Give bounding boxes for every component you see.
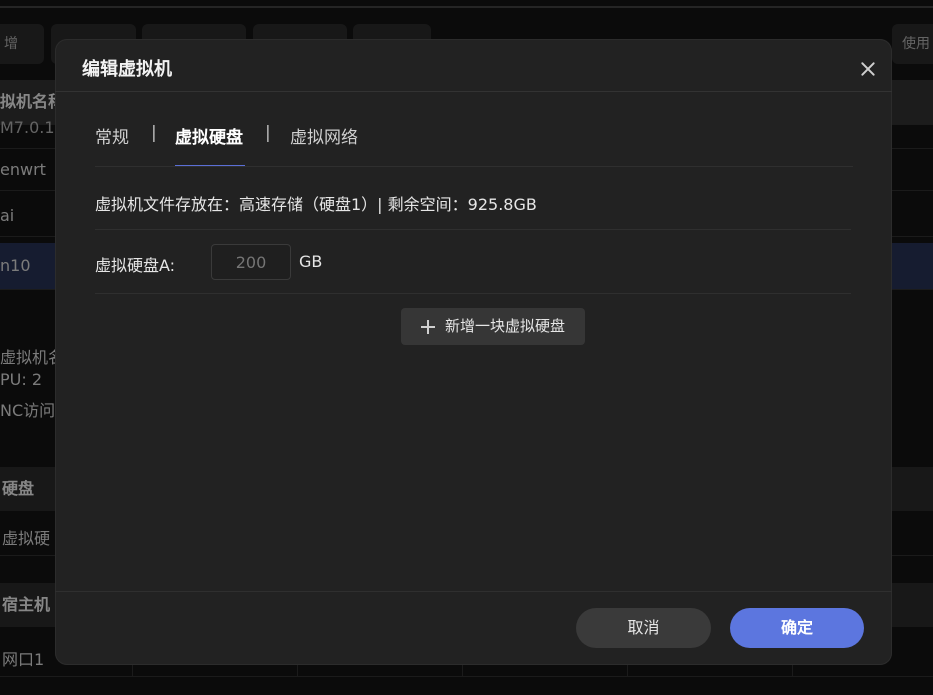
footer-divider	[55, 591, 892, 592]
title-divider	[55, 91, 892, 92]
tab-separator: |	[265, 123, 271, 143]
section-divider	[95, 229, 851, 230]
section-divider	[95, 293, 851, 294]
disk-unit: GB	[299, 252, 323, 271]
disk-row: 虚拟硬盘A: GB	[95, 244, 851, 280]
storage-info: 虚拟机文件存放在：高速存储（硬盘1）| 剩余空间：925.8GB	[95, 195, 537, 214]
add-disk-label: 新增一块虚拟硬盘	[444, 317, 565, 335]
tab-separator: |	[151, 123, 157, 143]
disk-label: 虚拟硬盘A:	[95, 256, 176, 275]
edit-vm-dialog: 编辑虚拟机 常规 | 虚拟硬盘 | 虚拟网络 虚拟机文件存放在：高速存储（硬盘1…	[55, 39, 892, 665]
plus-icon	[420, 319, 435, 334]
tabs-divider	[95, 166, 853, 167]
confirm-button[interactable]: 确定	[730, 608, 864, 648]
tab-virtual-disk[interactable]: 虚拟硬盘	[175, 123, 243, 148]
cancel-button[interactable]: 取消	[576, 608, 711, 648]
dialog-tabs: 常规 | 虚拟硬盘 | 虚拟网络	[95, 123, 853, 167]
close-icon[interactable]	[856, 57, 880, 81]
add-disk-button[interactable]: 新增一块虚拟硬盘	[401, 308, 585, 345]
tab-general[interactable]: 常规	[95, 123, 129, 148]
dialog-title: 编辑虚拟机	[82, 59, 172, 80]
tab-virtual-network[interactable]: 虚拟网络	[290, 123, 358, 148]
disk-size-input[interactable]	[211, 244, 291, 280]
